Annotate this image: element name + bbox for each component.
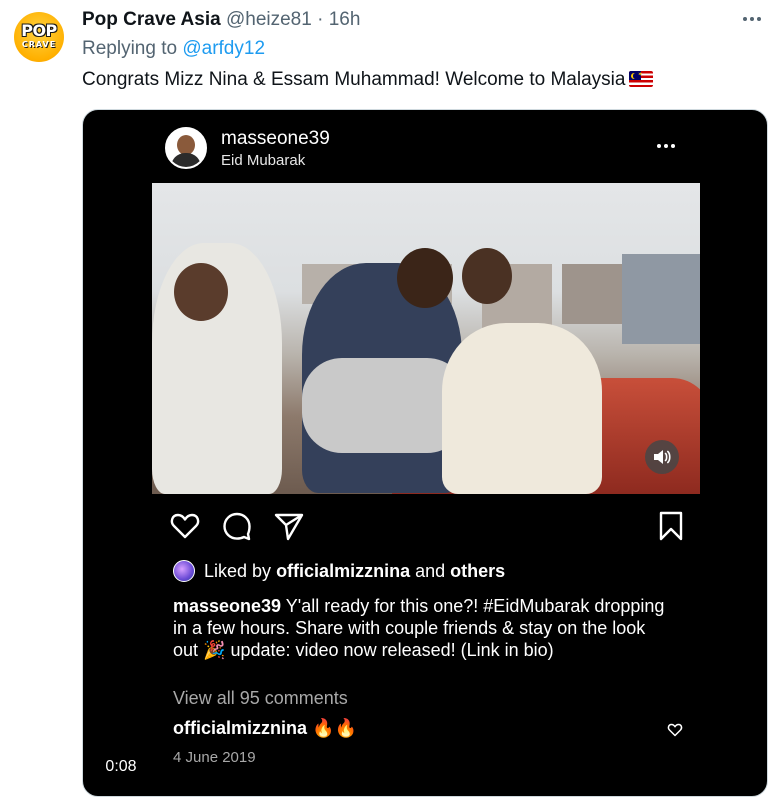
separator-dot: ·: [317, 9, 324, 30]
liked-by-prefix: Liked by: [204, 560, 272, 581]
author-avatar[interactable]: POP CRAVE: [14, 12, 64, 62]
more-horizontal-icon[interactable]: [740, 12, 764, 26]
fire-icon: 🔥🔥: [312, 718, 357, 738]
liker-avatar: [173, 560, 195, 582]
ig-comment: officialmizznina 🔥🔥: [173, 718, 357, 739]
replying-to: Replying to @arfdy12: [82, 38, 265, 60]
sound-icon[interactable]: [645, 440, 679, 474]
party-popper-icon: 🎉: [203, 640, 226, 660]
author-name[interactable]: Pop Crave Asia: [82, 9, 221, 30]
ig-avatar: [165, 127, 207, 169]
heart-icon: [170, 513, 200, 539]
comment-heart-icon: [667, 723, 683, 737]
comment-icon: [223, 512, 251, 541]
replying-prefix: Replying to: [82, 38, 178, 59]
ig-caption: masseone39 Y'all ready for this one?! #E…: [173, 595, 673, 661]
ig-likes: Liked by officialmizznina and others: [173, 560, 505, 582]
comment-user: officialmizznina: [173, 718, 308, 738]
liked-by-user: officialmizznina: [276, 560, 411, 581]
author-handle[interactable]: @heize81: [226, 9, 312, 30]
ig-username: masseone39: [221, 128, 330, 149]
avatar-logo-bottom: CRAVE: [21, 40, 57, 49]
tweet-media-video[interactable]: masseone39 Eid Mubarak Liked by official…: [82, 109, 768, 797]
caption-user: masseone39: [173, 596, 282, 616]
video-frame[interactable]: [152, 183, 700, 494]
tweet-text: Congrats Mizz Nina & Essam Muhammad! Wel…: [82, 67, 654, 93]
post-date: 4 June 2019: [173, 749, 256, 766]
ig-more-icon: [657, 144, 675, 148]
liked-by-others: others: [450, 560, 506, 581]
avatar-logo-top: POP: [21, 21, 57, 40]
tweet-body: Congrats Mizz Nina & Essam Muhammad! Wel…: [82, 69, 626, 90]
tweet-header: Pop Crave Asia @heize81 · 16h: [82, 8, 360, 32]
caption-text-2: update: video now released! (Link in bio…: [225, 640, 554, 660]
bookmark-icon: [659, 511, 683, 541]
share-icon: [274, 513, 304, 541]
ig-subtitle: Eid Mubarak: [221, 152, 306, 169]
malaysia-flag-icon: ✶: [629, 71, 654, 87]
tweet-time[interactable]: 16h: [329, 9, 361, 30]
ig-action-bar: [169, 510, 689, 542]
view-comments: View all 95 comments: [173, 688, 348, 708]
liked-by-and: and: [415, 560, 446, 581]
video-duration: 0:08: [95, 754, 147, 780]
replying-to-mention[interactable]: @arfdy12: [182, 38, 265, 59]
